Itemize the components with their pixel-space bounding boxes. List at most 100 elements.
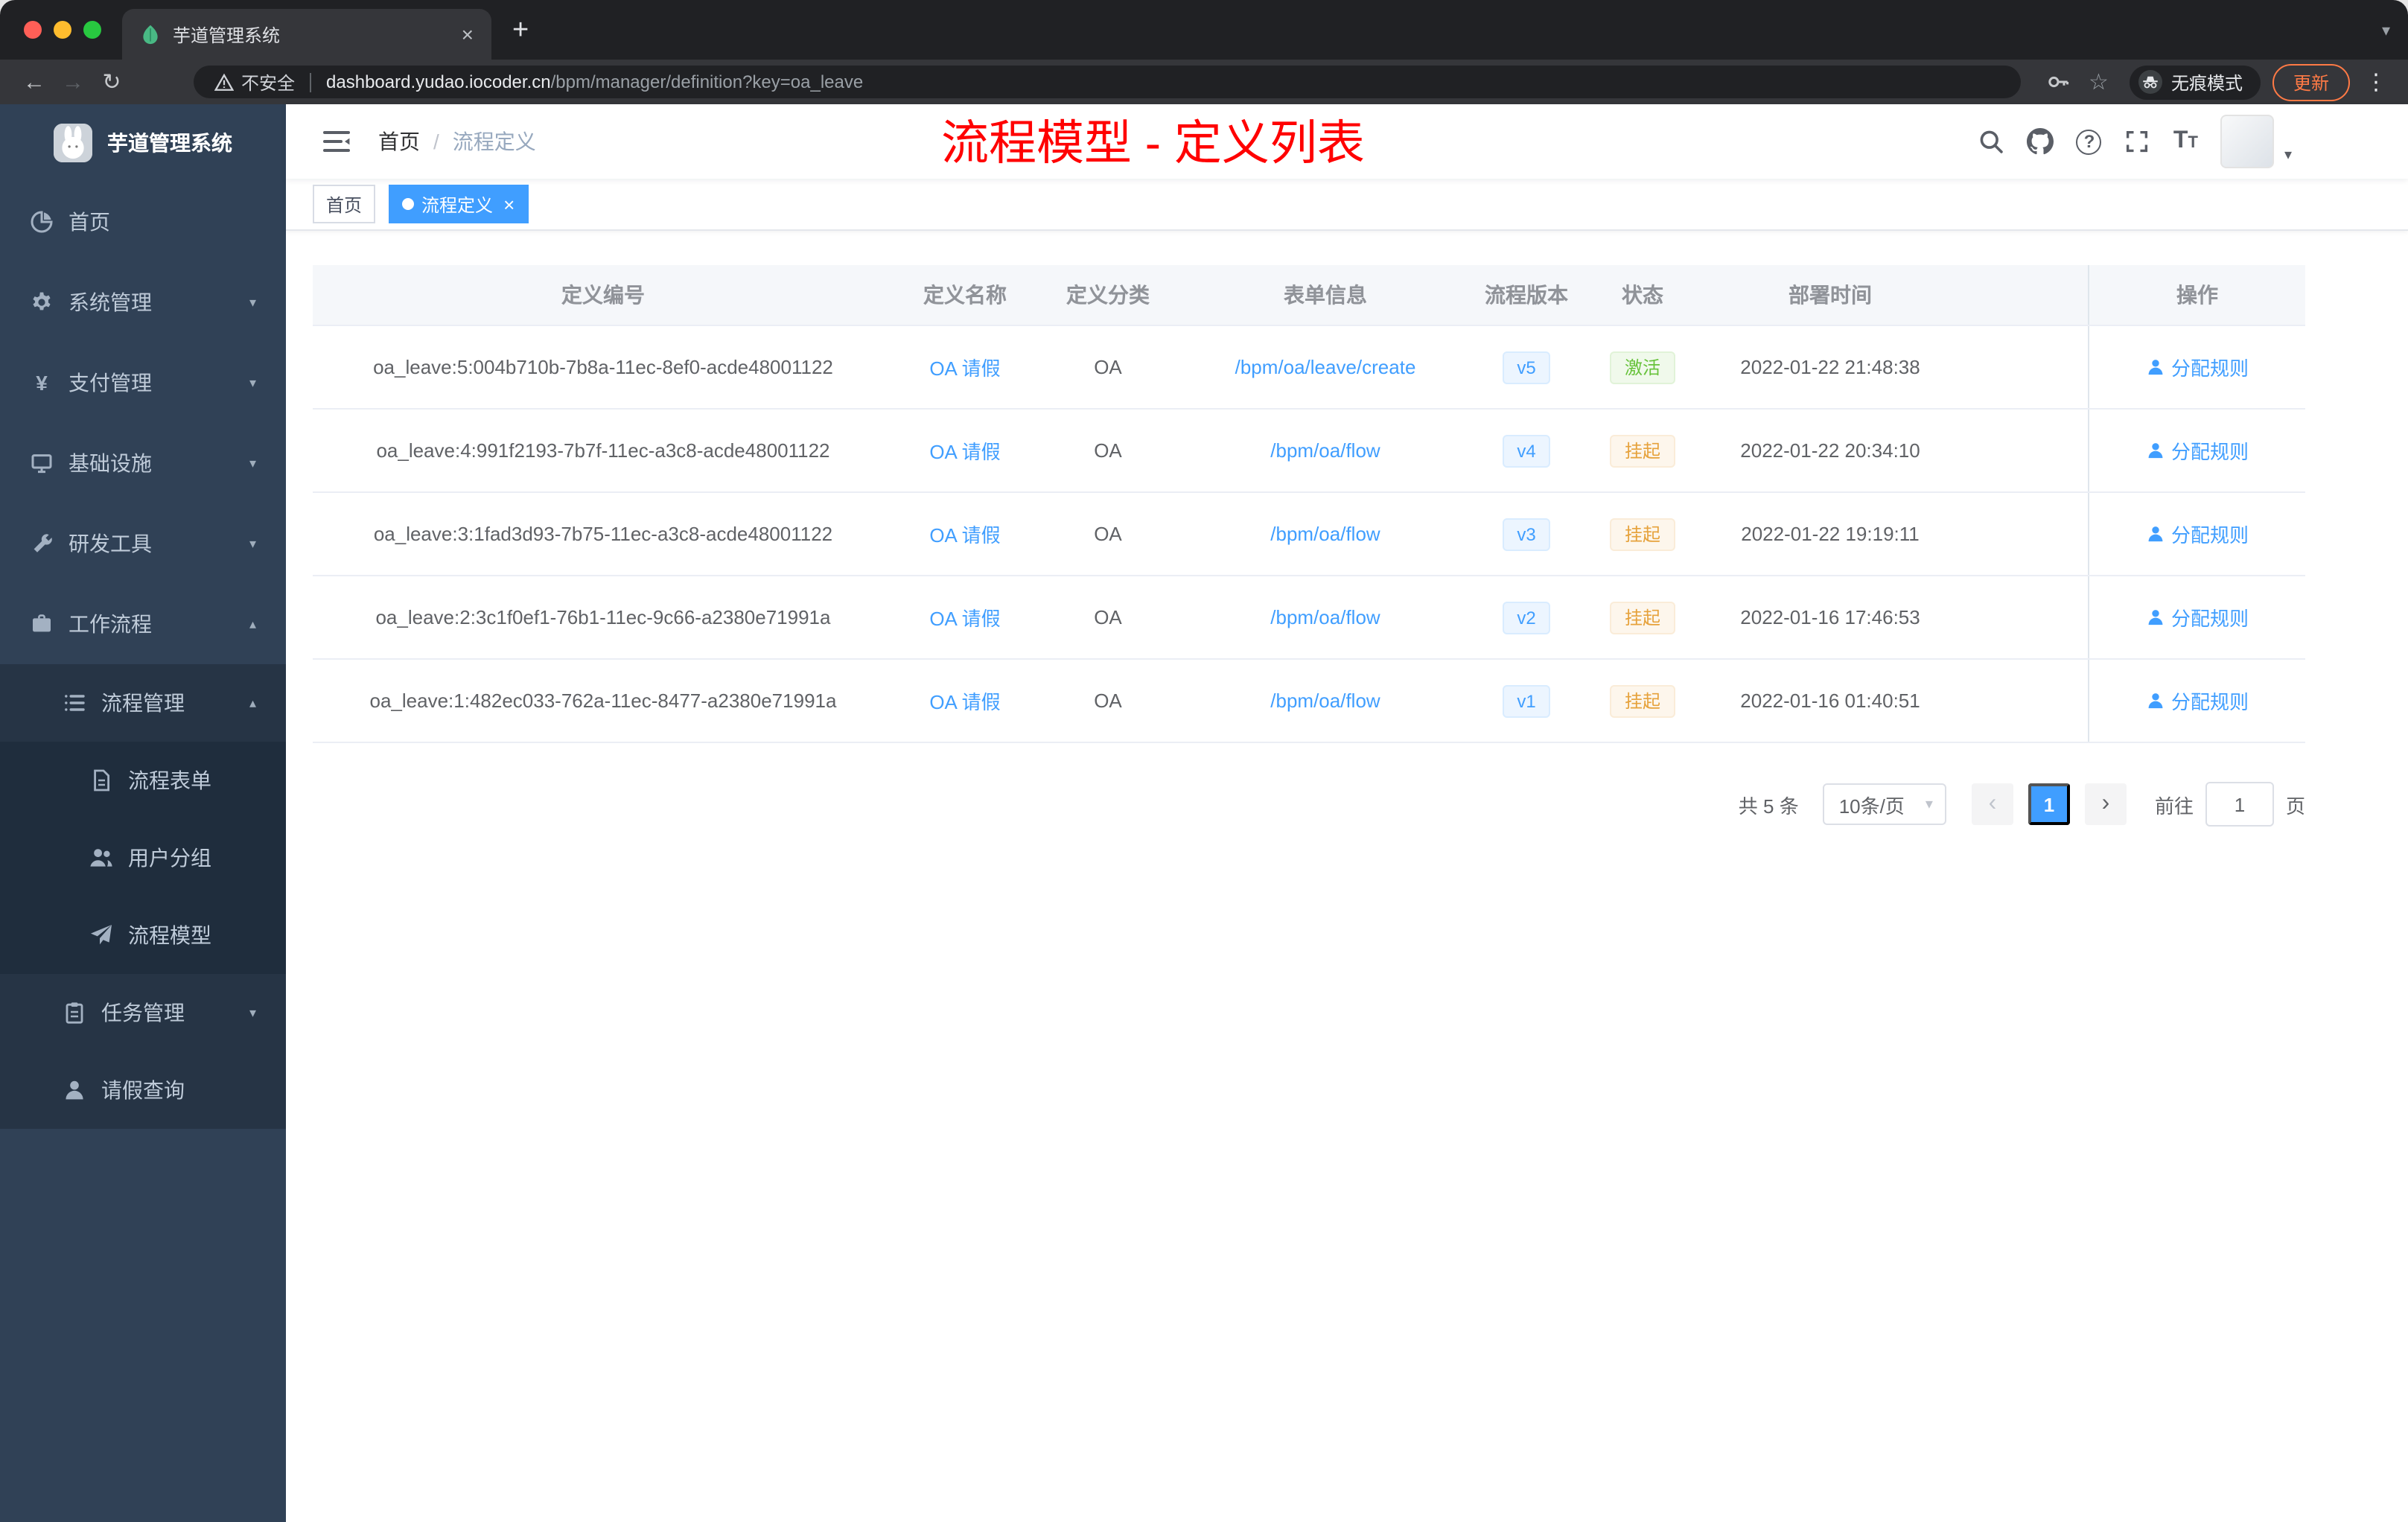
sidebar-item-infra[interactable]: 基础设施 ▾ xyxy=(0,423,286,503)
assign-rule-link[interactable]: 分配规则 xyxy=(2146,353,2249,381)
page-size-select[interactable]: 10条/页 ▾ xyxy=(1822,783,1946,825)
font-size-icon[interactable]: TT xyxy=(2173,129,2198,153)
forward-button[interactable]: → xyxy=(54,71,92,93)
definition-name-link[interactable]: OA 请假 xyxy=(929,520,1000,548)
gear-icon xyxy=(30,290,54,314)
user-icon xyxy=(2146,441,2165,460)
new-tab-button[interactable]: + xyxy=(512,16,529,44)
sidebar-item-label: 系统管理 xyxy=(69,290,152,314)
form-link[interactable]: /bpm/oa/flow xyxy=(1270,439,1380,462)
incognito-label: 无痕模式 xyxy=(2170,72,2243,93)
definition-name-link[interactable]: OA 请假 xyxy=(929,353,1000,381)
sidebar-menu: 首页 系统管理 ▾ ¥ 支付管理 ▾ 基础设施 ▾ 研发工具 ▾ 工作流程 ▴ 流程管理 ▴ 流程表单 用户分… xyxy=(0,182,286,1129)
close-window-button[interactable] xyxy=(24,21,42,39)
tag-label: 流程定义 xyxy=(421,194,494,215)
github-icon[interactable] xyxy=(2027,128,2054,155)
sidebar-item-label: 支付管理 xyxy=(69,371,152,395)
goto-label: 前往 xyxy=(2154,795,2194,817)
fullscreen-icon[interactable] xyxy=(2124,128,2151,155)
goto-page-input[interactable] xyxy=(2205,782,2274,827)
url-path: /bpm/manager/definition?key=oa_leave xyxy=(550,71,864,92)
sidebar-item-task-manage[interactable]: 任务管理 ▾ xyxy=(0,974,286,1051)
help-icon[interactable]: ? xyxy=(2076,129,2102,154)
sidebar-item-payment[interactable]: ¥ 支付管理 ▾ xyxy=(0,343,286,423)
form-link[interactable]: /bpm/oa/flow xyxy=(1270,690,1380,712)
assign-rule-label: 分配规则 xyxy=(2170,608,2249,630)
user-icon xyxy=(63,1078,86,1102)
address-bar[interactable]: 不安全 dashboard.yudao.iocoder.cn /bpm/mana… xyxy=(194,66,2021,98)
tab-close-icon[interactable]: × xyxy=(456,22,480,46)
chrome-update-button[interactable]: 更新 xyxy=(2272,63,2350,101)
form-link[interactable]: /bpm/oa/flow xyxy=(1270,606,1380,628)
zoom-window-button[interactable] xyxy=(83,21,101,39)
sidebar-item-home[interactable]: 首页 xyxy=(0,182,286,262)
yen-icon: ¥ xyxy=(30,371,54,395)
back-button[interactable]: ← xyxy=(15,71,54,93)
table-row: oa_leave:2:3c1f0ef1-76b1-11ec-9c66-a2380… xyxy=(313,576,2305,660)
view-tag[interactable]: 首页 xyxy=(313,185,376,223)
page-number-current[interactable]: 1 xyxy=(2028,783,2070,825)
incognito-badge: 无痕模式 xyxy=(2129,65,2261,99)
assign-rule-link[interactable]: 分配规则 xyxy=(2146,520,2249,548)
sidebar-item-devtools[interactable]: 研发工具 ▾ xyxy=(0,503,286,584)
avatar-caret-icon[interactable]: ▾ xyxy=(2284,147,2292,164)
incognito-icon xyxy=(2138,70,2162,94)
sidebar-item-process-form[interactable]: 流程表单 xyxy=(0,742,286,819)
reload-button[interactable]: ↻ xyxy=(92,71,131,93)
sidebar-logo[interactable]: 芋道管理系统 xyxy=(0,104,286,182)
total-count: 共 5 条 xyxy=(1738,795,1799,817)
next-page-button[interactable]: › xyxy=(2084,783,2127,825)
browser-tab[interactable]: 芋道管理系统 × xyxy=(122,9,491,60)
sidebar-item-workflow[interactable]: 工作流程 ▴ xyxy=(0,584,286,664)
breadcrumb-home[interactable]: 首页 xyxy=(378,127,420,156)
category-cell: OA xyxy=(1094,439,1122,462)
sidebar-item-user-group[interactable]: 用户分组 xyxy=(0,819,286,897)
tab-search-caret-icon[interactable]: ▾ xyxy=(2382,20,2390,39)
user-icon xyxy=(2146,357,2165,377)
view-tag[interactable]: 流程定义 × xyxy=(389,185,529,223)
browser-window: 芋道管理系统 × + ▾ ← → ↻ 不安全 dashboard.yudao.i… xyxy=(0,0,2408,1522)
sidebar-item-label: 研发工具 xyxy=(69,532,152,555)
annotation-text: 流程模型 - 定义列表 xyxy=(941,116,1365,171)
table-row: oa_leave:3:1fad3d93-7b75-11ec-a3c8-acde4… xyxy=(313,493,2305,576)
bookmark-star-icon[interactable]: ☆ xyxy=(2089,69,2109,95)
minimize-window-button[interactable] xyxy=(54,21,71,39)
users-icon xyxy=(89,846,113,870)
assign-rule-link[interactable]: 分配规则 xyxy=(2146,436,2249,465)
search-icon[interactable] xyxy=(1978,128,2005,155)
sidebar-item-label: 流程管理 xyxy=(101,691,185,715)
top-navbar: 首页 / 流程定义 流程模型 - 定义列表 ? TT ▾ xyxy=(286,104,2408,179)
sidebar-item-process-manage[interactable]: 流程管理 ▴ xyxy=(0,664,286,742)
sidebar-item-system[interactable]: 系统管理 ▾ xyxy=(0,262,286,343)
definition-id-cell: oa_leave:4:991f2193-7b7f-11ec-a3c8-acde4… xyxy=(376,439,830,462)
browser-menu-icon[interactable]: ⋮ xyxy=(2359,69,2393,95)
password-key-icon[interactable] xyxy=(2045,70,2069,94)
version-tag: v4 xyxy=(1502,434,1551,467)
url-separator xyxy=(310,72,312,92)
definition-id-cell: oa_leave:1:482ec033-762a-11ec-8477-a2380… xyxy=(369,690,837,712)
status-tag: 挂起 xyxy=(1609,601,1675,634)
user-avatar[interactable] xyxy=(2220,115,2274,168)
goto-unit: 页 xyxy=(2285,795,2305,817)
list-icon xyxy=(63,691,86,715)
deploy-time-cell: 2022-01-22 21:48:38 xyxy=(1740,356,1920,378)
status-tag: 激活 xyxy=(1609,351,1675,383)
version-tag: v1 xyxy=(1502,684,1551,717)
tag-close-icon[interactable]: × xyxy=(503,194,515,214)
definition-name-link[interactable]: OA 请假 xyxy=(929,687,1000,715)
form-link[interactable]: /bpm/oa/leave/create xyxy=(1235,356,1416,378)
deploy-time-cell: 2022-01-22 20:34:10 xyxy=(1740,439,1920,462)
user-icon xyxy=(2146,524,2165,544)
assign-rule-link[interactable]: 分配规则 xyxy=(2146,687,2249,715)
security-label: 不安全 xyxy=(241,72,296,93)
sidebar-item-label: 用户分组 xyxy=(128,846,211,870)
definition-name-link[interactable]: OA 请假 xyxy=(929,603,1000,631)
prev-page-button[interactable]: ‹ xyxy=(1971,783,2013,825)
form-link[interactable]: /bpm/oa/flow xyxy=(1270,523,1380,545)
sidebar-item-process-model[interactable]: 流程模型 xyxy=(0,897,286,974)
definition-name-link[interactable]: OA 请假 xyxy=(929,436,1000,465)
hamburger-icon[interactable] xyxy=(322,127,351,156)
sidebar-item-leave-query[interactable]: 请假查询 xyxy=(0,1051,286,1129)
chevron-down-icon: ▾ xyxy=(249,375,256,389)
assign-rule-link[interactable]: 分配规则 xyxy=(2146,603,2249,631)
